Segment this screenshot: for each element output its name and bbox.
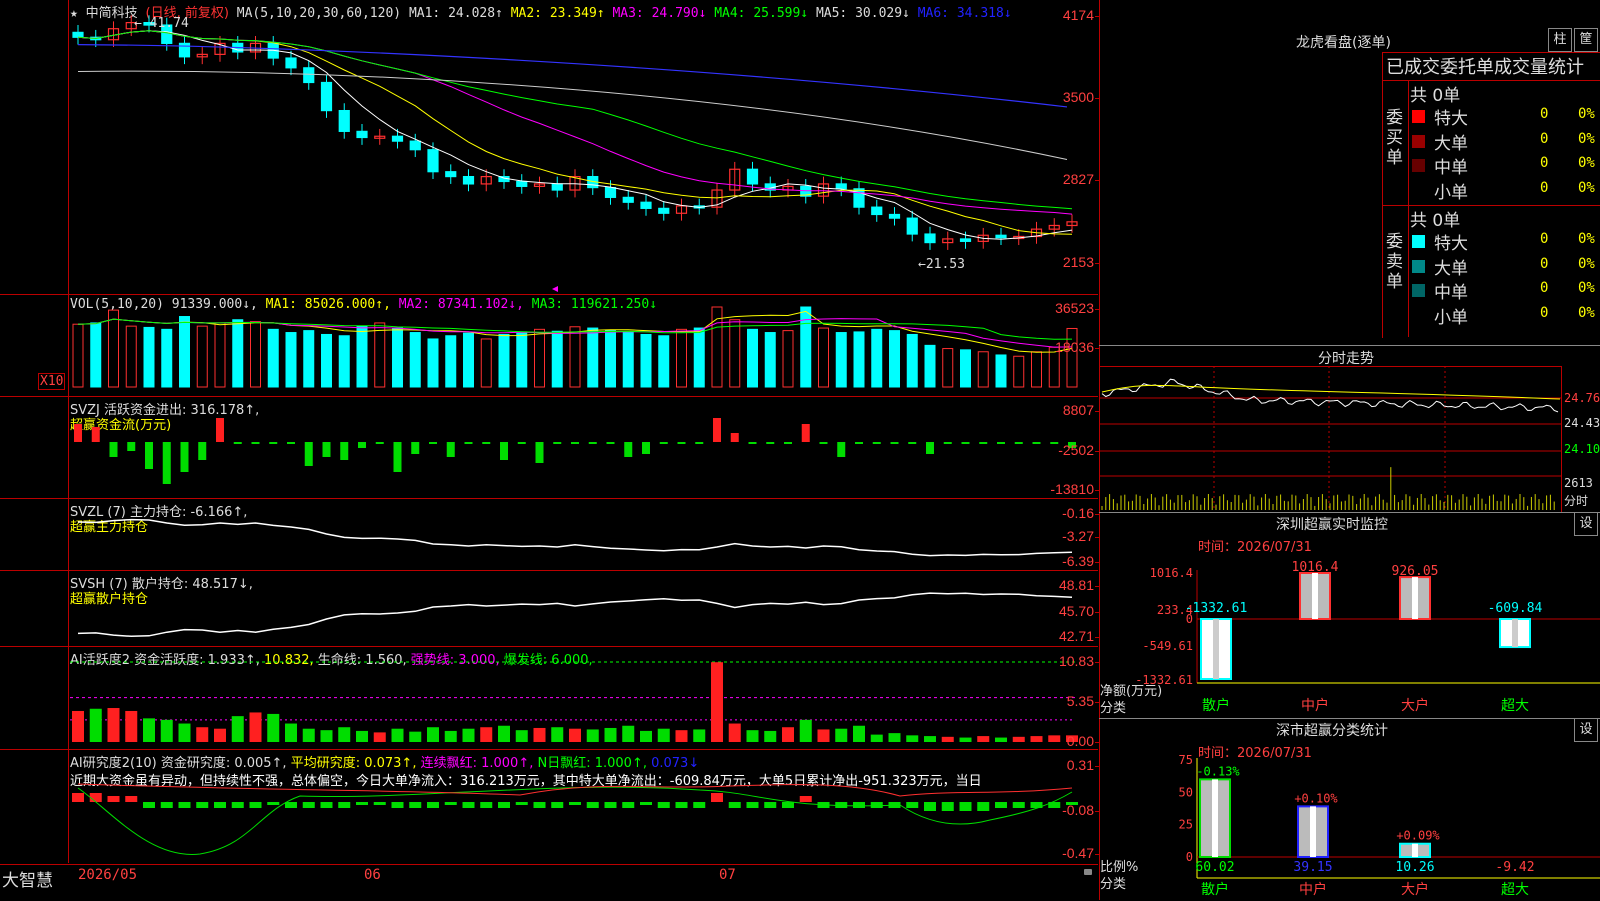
classify-change-0: -0.13% bbox=[1196, 764, 1240, 778]
classify-value-2: 10.26 bbox=[1395, 860, 1434, 875]
classify-value-0: 60.02 bbox=[1195, 860, 1234, 875]
classify-tick-0: 75 bbox=[1179, 753, 1193, 767]
ratio-chart: 75 50 25 0 -0.13% 60.02 散户 +0.10% 39.15 中户 +0.09% 1… bbox=[1179, 753, 1600, 898]
classify-x-label: 分类 bbox=[1100, 877, 1127, 892]
classify-value-1: 39.15 bbox=[1293, 860, 1332, 875]
classify-cat-0: 散户 bbox=[1201, 881, 1229, 898]
classify-cat-1: 中户 bbox=[1299, 881, 1327, 898]
classify-bar-shine-1 bbox=[1310, 806, 1316, 857]
classify-cat-3: 超大 bbox=[1501, 882, 1529, 898]
classify-change-1: +0.10% bbox=[1294, 791, 1338, 805]
classify-bar-shine-2 bbox=[1412, 843, 1418, 857]
classify-change-2: +0.09% bbox=[1396, 829, 1440, 843]
classify-cat-2: 大户 bbox=[1401, 881, 1429, 898]
classify-value-3: -9.42 bbox=[1495, 860, 1534, 875]
classify-tick-1: 50 bbox=[1179, 785, 1193, 799]
classify-bar-shine-0 bbox=[1212, 779, 1218, 857]
classify-tick-3: 0 bbox=[1186, 850, 1193, 864]
classify-tick-2: 25 bbox=[1179, 818, 1193, 832]
